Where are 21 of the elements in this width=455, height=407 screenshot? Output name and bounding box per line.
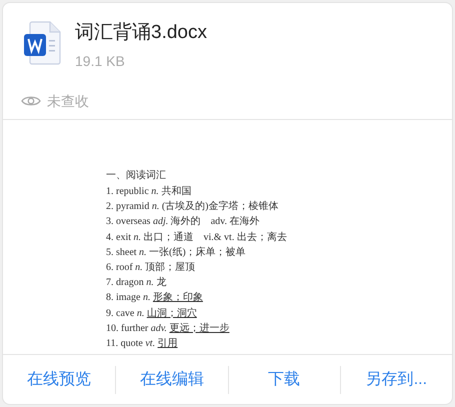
vocabulary-line: 7. dragon n. 龙 <box>106 276 166 290</box>
document-heading: 一、阅读词汇 <box>106 168 166 183</box>
action-link[interactable]: 另存到... <box>340 355 452 404</box>
action-link[interactable]: 下载 <box>228 355 340 404</box>
vocabulary-line: 11. quote vt. 引用 <box>106 336 178 351</box>
vocabulary-line: 10. further adv. 更远；进一步 <box>106 322 230 336</box>
vocabulary-line: 8. image n. 形象；印象 <box>106 290 203 306</box>
file-size: 19.1 KB <box>75 52 126 71</box>
eye-icon <box>21 94 41 108</box>
action-link[interactable]: 在线预览 <box>3 355 116 404</box>
vocabulary-line: 4. exit n. 出口；通道 vi.& vt. 出去；离去 <box>106 230 287 245</box>
word-document-icon <box>23 20 61 66</box>
vocabulary-line: 9. cave n. 山洞；洞穴 <box>106 306 197 320</box>
action-link[interactable]: 在线编辑 <box>116 355 228 404</box>
view-status: 未查收 <box>47 92 89 110</box>
file-name: 词汇背诵3.docx <box>75 21 207 45</box>
vocabulary-line: 3. overseas adj. 海外的 adv. 在海外 <box>106 215 260 230</box>
vocabulary-line: 1. republic n. 共和国 <box>106 184 192 199</box>
vocabulary-line: 6. roof n. 顶部；屋顶 <box>106 260 196 275</box>
vocabulary-line: 5. sheet n. 一张(纸)；床单；被单 <box>106 246 246 260</box>
vocabulary-line: 2. pyramid n. (古埃及的)金字塔；棱锥体 <box>106 200 278 214</box>
